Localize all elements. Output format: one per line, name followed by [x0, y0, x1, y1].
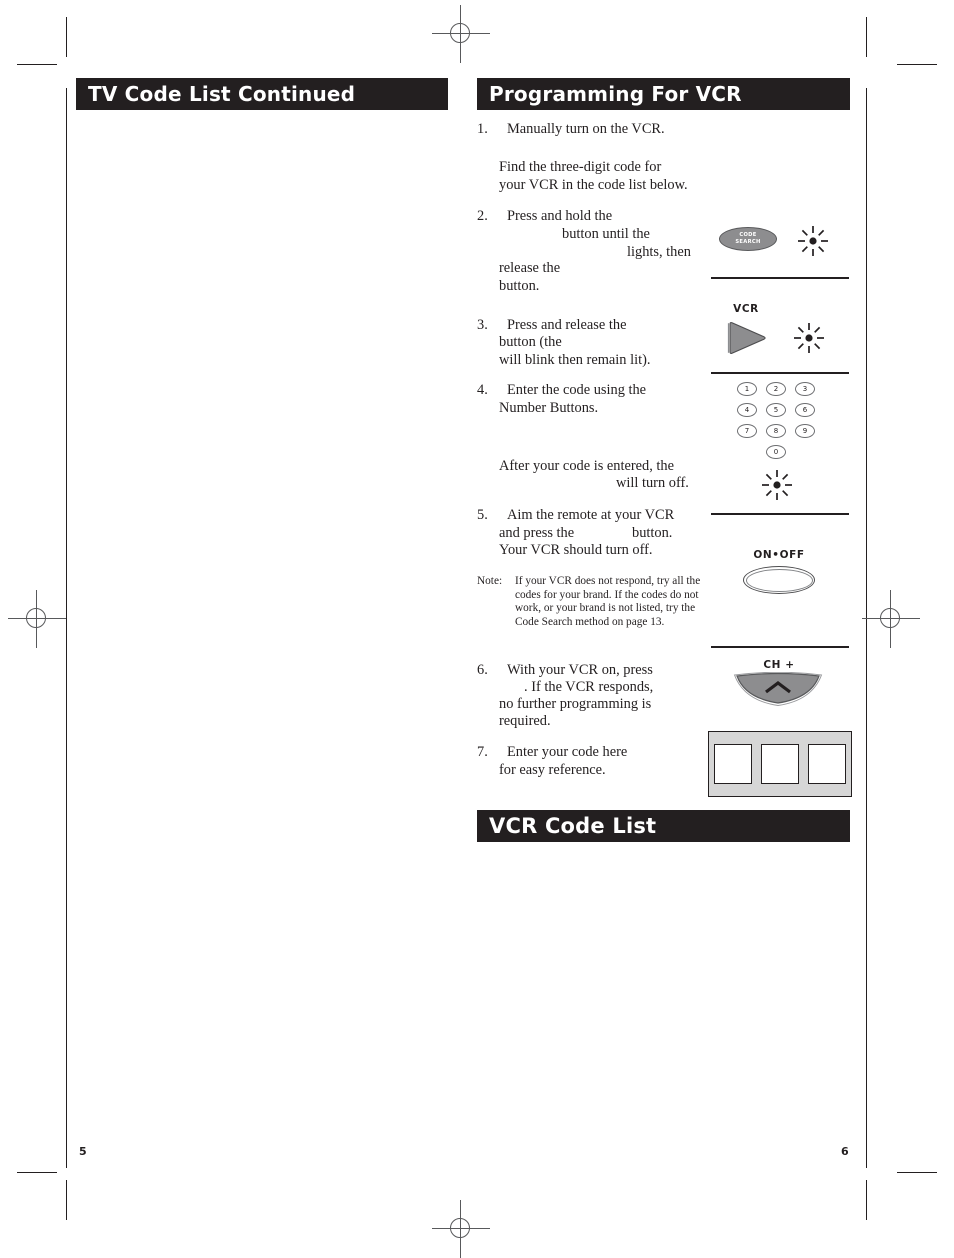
- crop-mark-bottom-right-v: [866, 1180, 867, 1220]
- page-number-left: 5: [79, 1145, 87, 1158]
- step-2: 2. Press and hold the: [477, 207, 712, 225]
- crop-mark-bottom-left-h: [17, 1172, 57, 1173]
- step-4-line-2: Number Buttons.: [499, 400, 599, 416]
- step-4-line-1: Enter the code using the: [507, 382, 647, 398]
- number-button-5[interactable]: 5: [766, 403, 786, 417]
- number-button-9[interactable]: 9: [795, 424, 815, 438]
- step-5-line-2b: button.: [632, 525, 673, 541]
- step-6-line-4: required.: [499, 713, 551, 729]
- step-6-number: 6.: [477, 662, 488, 678]
- step-2-line-3: lights, then: [627, 244, 691, 260]
- step-1: 1. Manually turn on the VCR.: [477, 120, 712, 138]
- step-5-line-2: and press the: [499, 525, 575, 541]
- step-4-after-line-2: will turn off.: [616, 475, 689, 491]
- page-number-right: 6: [841, 1145, 849, 1158]
- crop-mark-bottom-left-v: [66, 1180, 67, 1220]
- blinking-light-icon: [796, 224, 830, 263]
- number-button-6[interactable]: 6: [795, 403, 815, 417]
- channel-up-button[interactable]: [733, 671, 823, 713]
- number-button-3[interactable]: 3: [795, 382, 815, 396]
- blinking-light-icon-3: [760, 468, 794, 507]
- step-3-line-1: Press and release the: [507, 317, 627, 333]
- header-tv-code-list: TV Code List Continued: [76, 78, 448, 110]
- number-button-8[interactable]: 8: [766, 424, 786, 438]
- step-7-number: 7.: [477, 744, 488, 760]
- code-entry-box-1[interactable]: [713, 744, 752, 784]
- step-2-number: 2.: [477, 208, 488, 224]
- step-5-line-1: Aim the remote at your VCR: [507, 507, 675, 523]
- step-4-after-line-1: After your code is entered, the: [499, 458, 675, 474]
- channel-up-label: CH +: [763, 659, 795, 671]
- step-4-number: 4.: [477, 382, 488, 398]
- code-search-button[interactable]: CODE SEARCH: [719, 227, 777, 251]
- code-search-label-line1: CODE: [739, 232, 757, 239]
- number-button-7[interactable]: 7: [737, 424, 757, 438]
- vcr-button-label: VCR: [733, 303, 759, 315]
- registration-target-bottom: [432, 1200, 490, 1258]
- code-entry-panel: [708, 731, 852, 797]
- header-programming-for-vcr: Programming For VCR: [477, 78, 850, 110]
- crop-mark-top-left-h: [17, 64, 57, 65]
- crop-mark-top-right-v: [866, 17, 867, 57]
- header-vcr-code-list: VCR Code List: [477, 810, 850, 842]
- step-5-number: 5.: [477, 507, 488, 523]
- crop-mark-bottom-right-h: [897, 1172, 937, 1173]
- divider-4: [711, 646, 849, 648]
- step-7: 7. Enter your code here: [477, 743, 712, 761]
- number-button-0[interactable]: 0: [766, 445, 786, 459]
- divider-1: [711, 277, 849, 279]
- step-1-continuation: Find the three-digit code for your VCR i…: [499, 159, 688, 194]
- step-3-line-3: will blink then remain lit).: [499, 352, 651, 368]
- crop-mark-top-right-h: [897, 64, 937, 65]
- on-off-button[interactable]: [743, 566, 815, 594]
- step-1-text: Manually turn on the VCR.: [507, 121, 665, 137]
- step-2-line-1: Press and hold the: [507, 208, 613, 224]
- code-entry-box-2[interactable]: [760, 744, 799, 784]
- divider-3: [711, 513, 849, 515]
- page-edge-rule-left: [66, 88, 67, 1168]
- step-5-line-3: Your VCR should turn off.: [499, 542, 653, 558]
- code-entry-box-3[interactable]: [808, 744, 847, 784]
- step-5: 5. Aim the remote at your VCR: [477, 506, 712, 524]
- note-text: If your VCR does not respond, try all th…: [515, 575, 701, 628]
- registration-target-right: [862, 590, 920, 648]
- registration-target-top: [432, 5, 490, 63]
- step-3-number: 3.: [477, 317, 488, 333]
- step-2-line-2: button until the: [562, 226, 650, 242]
- step-3-line-2: button (the: [499, 334, 562, 350]
- step-1-number: 1.: [477, 121, 488, 137]
- number-button-1[interactable]: 1: [737, 382, 757, 396]
- step-6-line-3: no further programming is: [499, 696, 652, 712]
- step-2-line-5: button.: [499, 278, 540, 294]
- note-label: Note:: [477, 575, 503, 587]
- code-search-label-line2: SEARCH: [735, 239, 761, 245]
- step-6-line-1: With your VCR on, press: [507, 662, 653, 678]
- crop-mark-top-left-v: [66, 17, 67, 57]
- step-7-line-1: Enter your code here: [507, 744, 628, 760]
- number-button-4[interactable]: 4: [737, 403, 757, 417]
- vcr-play-button[interactable]: [727, 320, 769, 361]
- step-6-line-2: . If the VCR responds,: [524, 679, 654, 695]
- step-3: 3. Press and release the: [477, 316, 712, 334]
- step-7-line-2: for easy reference.: [499, 762, 606, 778]
- note-block: Note: If your VCR does not respond, try …: [477, 575, 709, 629]
- number-button-2[interactable]: 2: [766, 382, 786, 396]
- step-4: 4. Enter the code using the: [477, 381, 712, 399]
- step-6: 6. With your VCR on, press: [477, 661, 712, 679]
- step-2-line-4: release the: [499, 260, 561, 276]
- blinking-light-icon-2: [792, 321, 826, 360]
- on-off-button-label: ON•OFF: [753, 549, 805, 561]
- divider-2: [711, 372, 849, 374]
- registration-target-left: [8, 590, 66, 648]
